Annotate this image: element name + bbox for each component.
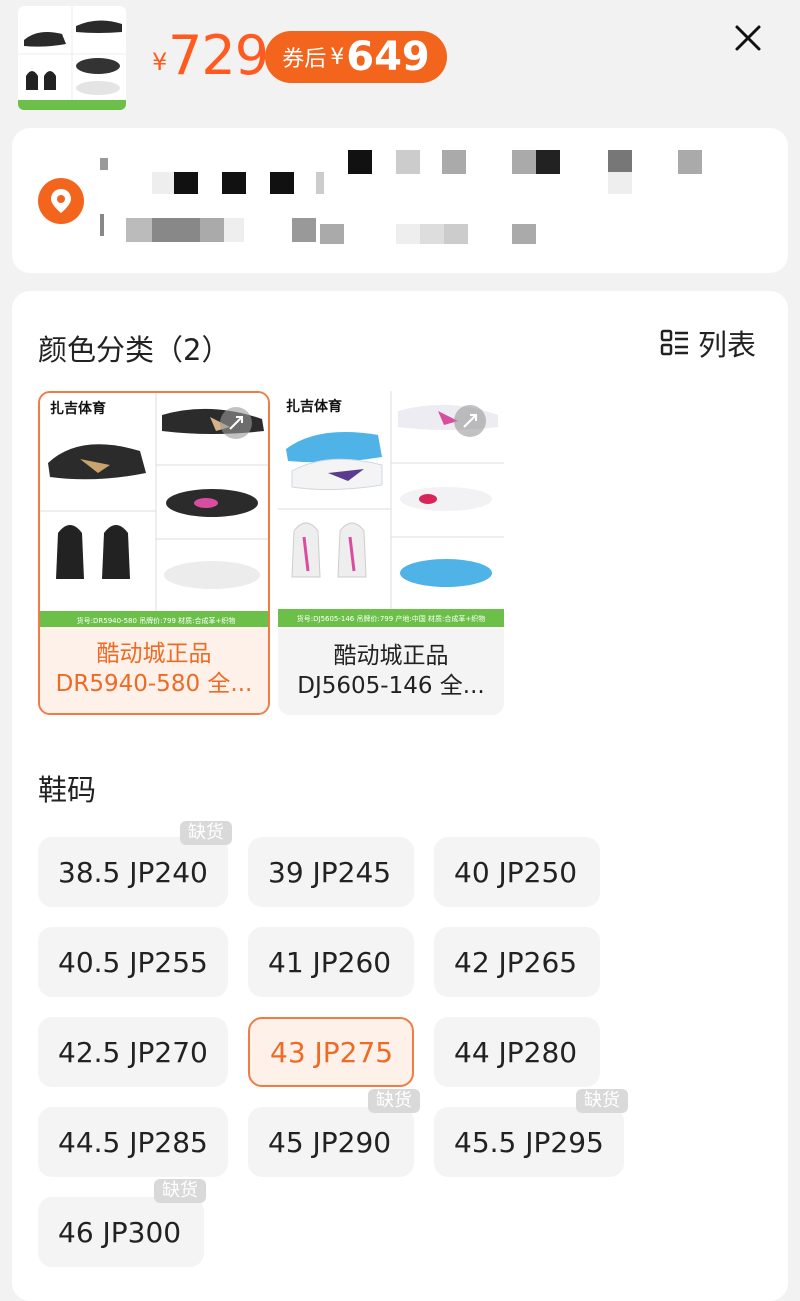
- address-card[interactable]: [12, 128, 788, 273]
- coupon-currency: ¥: [330, 44, 345, 70]
- size-option[interactable]: 45 JP290: [248, 1107, 414, 1177]
- color-option-image: 扎吉体育 货号:DR5940-580 吊牌价:799 材质:合成革+织物: [40, 393, 268, 629]
- list-view-label: 列表: [698, 328, 757, 362]
- size-label: 45 JP290: [268, 1125, 392, 1159]
- out-of-stock-badge: 缺货: [154, 1179, 206, 1203]
- color-option-line1: 酷动城正品: [333, 643, 449, 669]
- size-option[interactable]: 41 JP260: [248, 927, 414, 997]
- out-of-stock-badge: 缺货: [180, 821, 232, 845]
- size-option[interactable]: 44.5 JP285: [38, 1107, 228, 1177]
- size-label: 38.5 JP240: [58, 855, 208, 889]
- out-of-stock-badge: 缺货: [576, 1089, 628, 1113]
- sku-header: ¥ 729 券后 ¥ 649: [0, 0, 800, 120]
- size-option-selected[interactable]: 43 JP275: [248, 1017, 414, 1087]
- size-option[interactable]: 42 JP265: [434, 927, 600, 997]
- out-of-stock-badge: 缺货: [368, 1089, 420, 1113]
- product-thumbnail[interactable]: [18, 6, 126, 110]
- coupon-price: 649: [346, 34, 430, 80]
- list-view-toggle[interactable]: 列表: [660, 323, 756, 363]
- color-option-line1: 酷动城正品: [96, 641, 212, 667]
- svg-text:扎吉体育: 扎吉体育: [286, 398, 342, 415]
- close-icon: [735, 25, 761, 51]
- color-option-line2: DJ5605-146 全...: [297, 673, 485, 699]
- size-label: 40.5 JP255: [58, 945, 208, 979]
- price: 729: [168, 24, 269, 87]
- size-label: 44.5 JP285: [58, 1125, 208, 1159]
- location-pin-icon: [38, 178, 84, 224]
- size-option[interactable]: 40 JP250: [434, 837, 600, 907]
- svg-text:货号:DR5940-580 吊牌价:799 材质:合成革: 货号:DR5940-580 吊牌价:799 材质:合成革+织物: [77, 616, 236, 625]
- size-option[interactable]: 42.5 JP270: [38, 1017, 228, 1087]
- size-label: 40 JP250: [454, 855, 578, 889]
- size-option[interactable]: 39 JP245: [248, 837, 414, 907]
- size-option[interactable]: 46 JP300: [38, 1197, 204, 1267]
- svg-text:扎吉体育: 扎吉体育: [50, 400, 106, 417]
- size-label: 42.5 JP270: [58, 1035, 208, 1069]
- color-section-title: 颜色分类（2）: [38, 333, 231, 367]
- close-button[interactable]: [728, 18, 768, 58]
- color-option[interactable]: 扎吉体育 货号:DJ5605-146 吊牌价:799 产地:中国 材质:合成革+…: [278, 391, 504, 715]
- sku-options-panel: 颜色分类（2） 列表 扎吉体育 货号:DR5940-580 吊牌价:799 材质…: [12, 291, 788, 1301]
- coupon-label: 券后: [282, 47, 327, 72]
- size-label: 43 JP275: [270, 1035, 394, 1069]
- svg-text:货号:DJ5605-146 吊牌价:799 产地:中国: 货号:DJ5605-146 吊牌价:799 产地:中国 材质:合成革+织物: [297, 614, 486, 623]
- size-label: 41 JP260: [268, 945, 392, 979]
- size-label: 45.5 JP295: [454, 1125, 604, 1159]
- size-option[interactable]: 38.5 JP240: [38, 837, 228, 907]
- color-option[interactable]: 扎吉体育 货号:DR5940-580 吊牌价:799 材质:合成革+织物 酷动城…: [38, 391, 270, 715]
- color-option-caption: 酷动城正品 DR5940-580 全...: [40, 627, 268, 713]
- price-currency: ¥: [152, 48, 168, 76]
- color-option-image: 扎吉体育 货号:DJ5605-146 吊牌价:799 产地:中国 材质:合成革+…: [278, 391, 504, 627]
- size-option[interactable]: 40.5 JP255: [38, 927, 228, 997]
- size-section-title: 鞋码: [38, 773, 97, 807]
- size-option[interactable]: 44 JP280: [434, 1017, 600, 1087]
- color-option-line2: DR5940-580 全...: [55, 671, 253, 697]
- color-option-caption: 酷动城正品 DJ5605-146 全...: [278, 629, 504, 715]
- size-option[interactable]: 45.5 JP295: [434, 1107, 624, 1177]
- size-label: 39 JP245: [268, 855, 392, 889]
- size-label: 46 JP300: [58, 1215, 182, 1249]
- size-label: 42 JP265: [454, 945, 578, 979]
- size-label: 44 JP280: [454, 1035, 578, 1069]
- list-view-icon: [660, 329, 688, 356]
- coupon-price-badge: 券后 ¥ 649: [265, 31, 447, 83]
